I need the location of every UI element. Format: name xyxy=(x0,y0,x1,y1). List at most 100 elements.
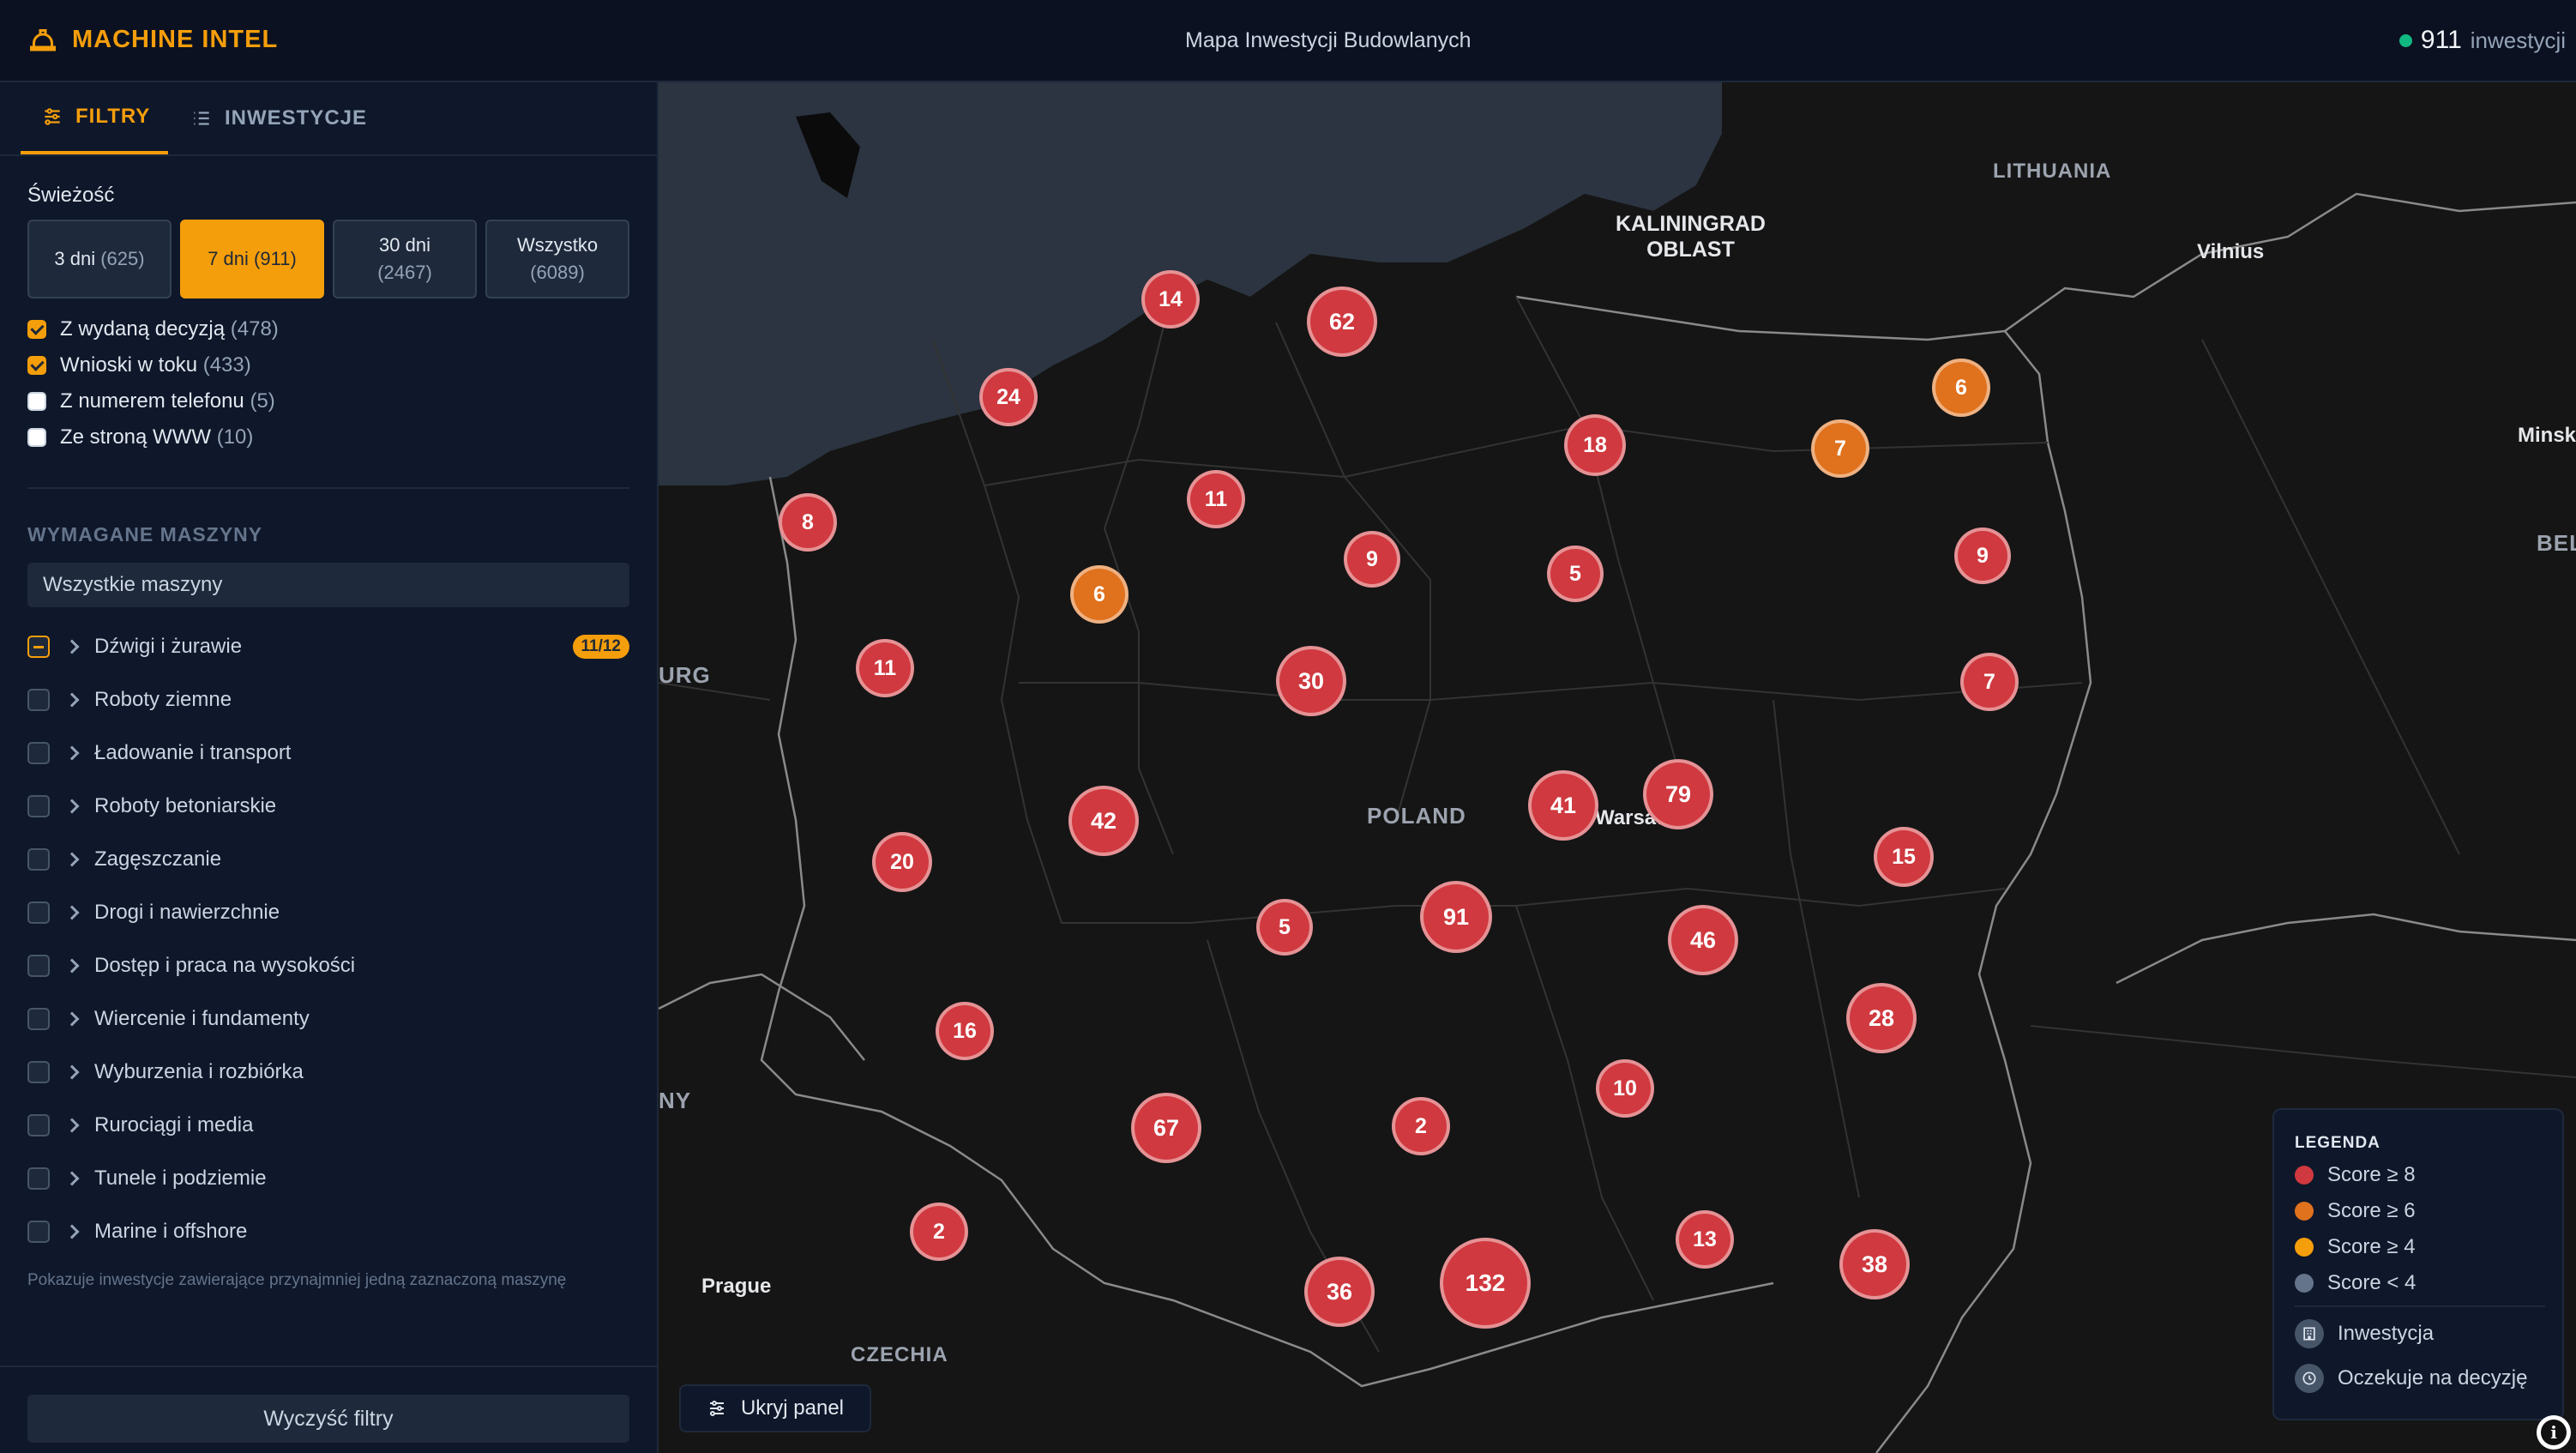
filter-decision-issued[interactable]: Z wydaną decyzją (478) xyxy=(27,317,279,341)
map-cluster-marker[interactable]: 11 xyxy=(856,639,914,697)
map-cluster-marker[interactable]: 20 xyxy=(872,832,932,892)
map-label-prague: Prague xyxy=(701,1275,772,1298)
checkbox[interactable] xyxy=(27,356,46,375)
map-cluster-marker[interactable]: 38 xyxy=(1839,1229,1910,1299)
machine-category-row[interactable]: Marine i offshore xyxy=(27,1215,629,1249)
chevron-right-icon[interactable] xyxy=(64,1224,80,1239)
map-cluster-marker[interactable]: 132 xyxy=(1440,1238,1531,1329)
machine-category-checkbox[interactable] xyxy=(27,636,50,658)
machine-category-checkbox[interactable] xyxy=(27,742,50,764)
freshness-label-text: 7 dni xyxy=(208,248,249,269)
map-cluster-marker[interactable]: 5 xyxy=(1547,546,1604,602)
machine-category-checkbox[interactable] xyxy=(27,848,50,871)
map-cluster-marker[interactable]: 18 xyxy=(1564,414,1626,476)
machine-category-label: Wyburzenia i rozbiórka xyxy=(94,1060,304,1083)
map-cluster-marker[interactable]: 11 xyxy=(1187,470,1245,528)
machine-category-checkbox[interactable] xyxy=(27,1061,50,1083)
freshness-all-button[interactable]: Wszystko (6089) xyxy=(485,220,629,298)
map-cluster-marker[interactable]: 28 xyxy=(1846,983,1917,1053)
map-cluster-marker[interactable]: 9 xyxy=(1954,528,2011,584)
map-cluster-marker[interactable]: 79 xyxy=(1643,759,1713,829)
chevron-right-icon[interactable] xyxy=(64,905,80,920)
map-cluster-marker[interactable]: 6 xyxy=(1070,565,1129,624)
machine-category-row[interactable]: Wiercenie i fundamenty xyxy=(27,1002,629,1036)
map-cluster-marker[interactable]: 91 xyxy=(1420,881,1492,953)
machine-category-row[interactable]: Tunele i podziemie xyxy=(27,1161,629,1196)
machines-search-input[interactable] xyxy=(27,563,629,607)
map-cluster-marker[interactable]: 36 xyxy=(1304,1257,1375,1327)
machine-category-checkbox[interactable] xyxy=(27,1114,50,1136)
chevron-right-icon[interactable] xyxy=(64,1064,80,1080)
brand[interactable]: MACHINE INTEL xyxy=(27,24,278,55)
chevron-right-icon[interactable] xyxy=(64,692,80,708)
machine-category-label: Ładowanie i transport xyxy=(94,741,292,764)
investment-count-value: 911 xyxy=(2420,26,2462,54)
freshness-30-days-button[interactable]: 30 dni (2467) xyxy=(333,220,477,298)
map-cluster-marker[interactable]: 9 xyxy=(1344,531,1400,588)
map-cluster-marker[interactable]: 10 xyxy=(1596,1059,1654,1118)
map-cluster-marker[interactable]: 15 xyxy=(1874,827,1934,887)
map-cluster-marker[interactable]: 16 xyxy=(936,1002,994,1060)
score-dot-icon xyxy=(2295,1238,2314,1257)
filter-panel: FILTRY INWESTYCJE Świeżość 3 dni (625) 7… xyxy=(0,82,659,1453)
chevron-right-icon[interactable] xyxy=(64,639,80,654)
hardhat-icon xyxy=(30,29,56,51)
tab-investments[interactable]: INWESTYCJE xyxy=(190,82,367,154)
machine-category-checkbox[interactable] xyxy=(27,689,50,711)
machine-category-row[interactable]: Dostęp i praca na wysokości xyxy=(27,949,629,983)
machine-category-row[interactable]: Wyburzenia i rozbiórka xyxy=(27,1055,629,1089)
machine-category-row[interactable]: Ładowanie i transport xyxy=(27,736,629,770)
machine-category-row[interactable]: Zagęszczanie xyxy=(27,842,629,877)
map-cluster-marker[interactable]: 13 xyxy=(1676,1210,1734,1269)
info-button[interactable]: i xyxy=(2537,1415,2571,1450)
hide-panel-button[interactable]: Ukryj panel xyxy=(679,1384,871,1432)
machine-category-checkbox[interactable] xyxy=(27,1221,50,1243)
filter-applications-pending[interactable]: Wnioski w toku (433) xyxy=(27,353,251,377)
map-cluster-marker[interactable]: 2 xyxy=(910,1203,968,1261)
machine-category-row[interactable]: Rurociągi i media xyxy=(27,1108,629,1143)
machine-category-checkbox[interactable] xyxy=(27,1167,50,1190)
machine-category-row[interactable]: Roboty betoniarskie xyxy=(27,789,629,823)
map-cluster-marker[interactable]: 6 xyxy=(1932,359,1990,417)
map-cluster-marker[interactable]: 7 xyxy=(1811,419,1869,478)
tab-filters[interactable]: FILTRY xyxy=(21,82,168,154)
chevron-right-icon[interactable] xyxy=(64,1118,80,1133)
freshness-3-days-button[interactable]: 3 dni (625) xyxy=(27,220,172,298)
map-cluster-marker[interactable]: 14 xyxy=(1141,270,1200,329)
map-cluster-marker[interactable]: 24 xyxy=(979,368,1038,426)
clear-filters-button[interactable]: Wyczyść filtry xyxy=(27,1395,629,1443)
chevron-right-icon[interactable] xyxy=(64,799,80,814)
checkbox[interactable] xyxy=(27,392,46,411)
map-cluster-marker[interactable]: 2 xyxy=(1392,1097,1450,1155)
freshness-label-text: 30 dni xyxy=(379,234,430,256)
machine-category-checkbox[interactable] xyxy=(27,795,50,817)
machine-category-row[interactable]: Drogi i nawierzchnie xyxy=(27,895,629,930)
chevron-right-icon[interactable] xyxy=(64,958,80,974)
map-cluster-marker[interactable]: 8 xyxy=(779,493,837,552)
legend-investment: Inwestycja xyxy=(2295,1319,2434,1348)
machine-category-checkbox[interactable] xyxy=(27,1008,50,1030)
machine-category-checkbox[interactable] xyxy=(27,955,50,977)
machine-category-checkbox[interactable] xyxy=(27,901,50,924)
chevron-right-icon[interactable] xyxy=(64,745,80,761)
freshness-7-days-button[interactable]: 7 dni (911) xyxy=(180,220,324,298)
map-view[interactable]: LITHUANIA KALININGRAD OBLAST Vilnius Mins… xyxy=(659,82,2576,1453)
machine-category-label: Tunele i podziemie xyxy=(94,1167,267,1190)
map-cluster-marker[interactable]: 62 xyxy=(1307,286,1377,357)
chevron-right-icon[interactable] xyxy=(64,1011,80,1027)
machine-category-row[interactable]: Dźwigi i żurawie 11/12 xyxy=(27,630,629,664)
map-cluster-marker[interactable]: 46 xyxy=(1668,905,1738,975)
map-cluster-marker[interactable]: 41 xyxy=(1528,770,1598,841)
checkbox[interactable] xyxy=(27,320,46,339)
filter-has-phone[interactable]: Z numerem telefonu (5) xyxy=(27,389,275,413)
map-cluster-marker[interactable]: 5 xyxy=(1256,899,1313,956)
filter-has-website[interactable]: Ze stroną WWW (10) xyxy=(27,425,253,449)
map-cluster-marker[interactable]: 7 xyxy=(1960,653,2019,711)
checkbox[interactable] xyxy=(27,428,46,447)
chevron-right-icon[interactable] xyxy=(64,1171,80,1186)
map-cluster-marker[interactable]: 67 xyxy=(1131,1093,1201,1163)
map-cluster-marker[interactable]: 30 xyxy=(1276,646,1346,716)
machine-category-row[interactable]: Roboty ziemne xyxy=(27,683,629,717)
chevron-right-icon[interactable] xyxy=(64,852,80,867)
map-cluster-marker[interactable]: 42 xyxy=(1068,786,1139,856)
